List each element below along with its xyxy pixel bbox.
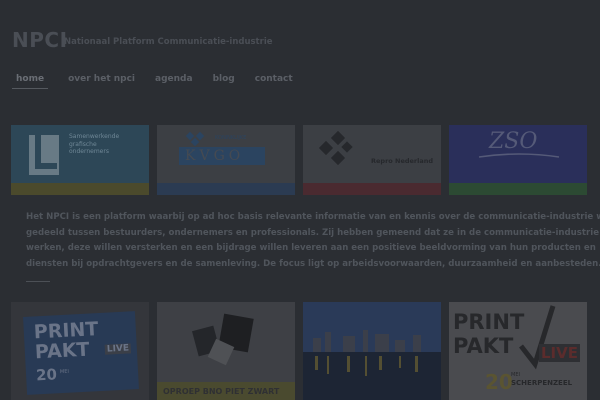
post-location: SCHERPENZEEL [511, 379, 573, 387]
site-tagline: Nationaal Platform Communicatie-industri… [64, 37, 273, 47]
repro-wordmark: Repro Nederland [371, 157, 434, 165]
post-date-number: 20 [485, 370, 513, 394]
post-print-word: PRINT [453, 310, 525, 334]
sgo-line-1: Samenwerkende [69, 133, 120, 140]
intro-line: gedeeld tussen bestuurders, ondernemers … [26, 227, 600, 238]
nav-blog[interactable]: blog [213, 74, 235, 89]
nav-contact[interactable]: contact [255, 74, 293, 89]
partner-stripe [157, 183, 295, 195]
sgo-line-3: ondernemers [69, 148, 109, 155]
nav-over-het-npci[interactable]: over het npci [68, 74, 135, 89]
partner-stripe [11, 183, 149, 195]
post-date-month: MEI [59, 368, 70, 376]
partner-tile-kvgo[interactable]: KONINKLIJKE KVGO [157, 125, 295, 195]
bno-photo [192, 313, 254, 366]
post-live-word: LIVE [539, 344, 580, 362]
post-live-word: LIVE [104, 343, 132, 355]
partner-stripe [449, 183, 587, 195]
partner-tile-zso[interactable]: ZSO [449, 125, 587, 195]
nav-agenda[interactable]: agenda [155, 74, 193, 89]
intro-text: Het NPCI is een platform waarbij op ad h… [26, 210, 600, 272]
print-pakt-banner: PRINT PAKT LIVE 20 MEI [23, 311, 139, 395]
post-pakt-word: PAKT [453, 334, 514, 358]
intro-line: werken, deze willen versterken en een bi… [26, 243, 596, 253]
post-tile-print-pakt-2[interactable]: PRINT PAKT LIVE 20 MEI SCHERPENZEEL [449, 302, 587, 400]
partner-tile-sgo[interactable]: Samenwerkende grafische ondernemers [11, 125, 149, 195]
intro-line: Het NPCI is een platform waarbij op ad h… [26, 212, 600, 222]
post-tile-print-pakt-1[interactable]: PRINT PAKT LIVE 20 MEI [11, 302, 149, 400]
post-caption: OPROEP BNO PIET ZWART [157, 382, 295, 400]
main-nav: home over het npci agenda blog contact [12, 74, 313, 89]
nav-home[interactable]: home [12, 74, 49, 89]
post-date-number: 20 [35, 365, 58, 385]
section-divider [26, 281, 50, 282]
intro-line: diensten bij opdrachtgevers en de samenl… [26, 258, 600, 269]
site-title[interactable]: NPCI [12, 28, 68, 52]
post-date-month: MEI [511, 372, 520, 378]
kvgo-wordmark: KVGO [185, 148, 245, 164]
zso-wordmark: ZSO [489, 129, 538, 154]
kvgo-subtitle: KONINKLIJKE [215, 135, 247, 141]
city-skyline-photo [303, 302, 441, 400]
post-tile-bno-piet-zwart[interactable]: OPROEP BNO PIET ZWART [157, 302, 295, 400]
post-pakt-word: PAKT [34, 338, 90, 364]
post-tile-skyline[interactable] [303, 302, 441, 400]
sgo-line-2: grafische [69, 140, 97, 148]
partner-stripe [303, 183, 441, 195]
partner-tile-repro[interactable]: Repro Nederland [303, 125, 441, 195]
